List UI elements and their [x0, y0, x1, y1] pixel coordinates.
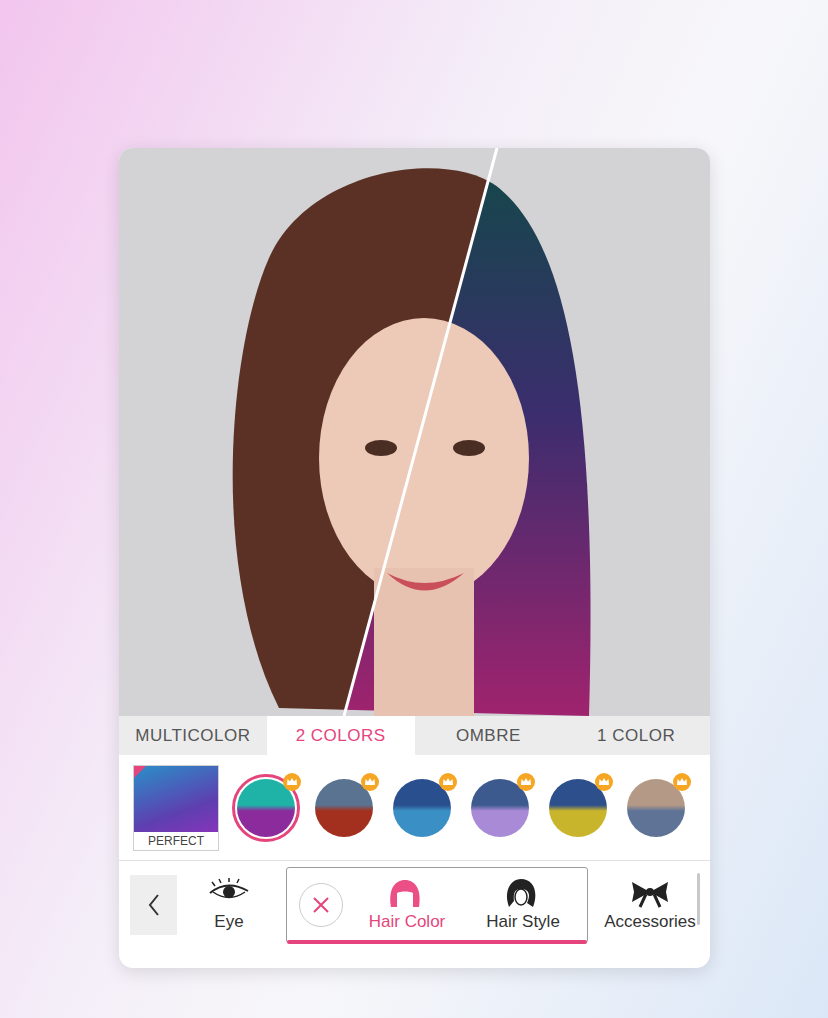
crown-icon [439, 773, 457, 791]
category-group: Hair Color Hair Style [286, 867, 588, 943]
featured-look[interactable]: PERFECT [133, 765, 219, 851]
icon-wrap [501, 877, 545, 909]
premium-badge [439, 773, 457, 791]
crown-icon [283, 773, 301, 791]
swatch[interactable] [617, 769, 695, 847]
icon-wrap [385, 877, 429, 909]
toolbar-item[interactable]: Hair Style [465, 877, 581, 933]
premium-badge [283, 773, 301, 791]
toolbar-label: Hair Color [369, 911, 446, 933]
close-icon [311, 895, 331, 915]
toolbar: Eye Hair Color Hair Style Accessories [119, 860, 710, 948]
icon-wrap [207, 877, 251, 909]
toolbar-label: Eye [214, 911, 243, 933]
tab-label: MULTICOLOR [135, 723, 250, 749]
back-button[interactable] [130, 875, 177, 935]
tab[interactable]: 2 COLORS [267, 716, 415, 755]
crown-icon [595, 773, 613, 791]
new-marker [134, 766, 146, 778]
swatch[interactable] [539, 769, 617, 847]
page-background: MULTICOLOR 2 COLORS OMBRE 1 COLOR PERFECT E… [0, 0, 828, 1018]
premium-badge [517, 773, 535, 791]
featured-label: PERFECT [134, 832, 218, 850]
tab-label: 1 COLOR [597, 723, 675, 749]
tab-bar: MULTICOLOR 2 COLORS OMBRE 1 COLOR [119, 716, 710, 755]
haircolor-icon [385, 877, 429, 909]
clear-button[interactable] [299, 883, 343, 927]
chevron-left-icon [147, 893, 161, 917]
icon-wrap [628, 877, 672, 909]
tab[interactable]: OMBRE [415, 716, 563, 755]
crown-icon [517, 773, 535, 791]
swatch-row: PERFECT [119, 755, 710, 860]
crown-icon [361, 773, 379, 791]
tab-label: 2 COLORS [296, 723, 386, 749]
bow-icon [628, 877, 672, 909]
swatch[interactable] [383, 769, 461, 847]
hairstyle-icon [501, 877, 545, 909]
swatch[interactable] [305, 769, 383, 847]
scrollbar [697, 873, 700, 925]
tab[interactable]: MULTICOLOR [119, 716, 267, 755]
premium-badge [361, 773, 379, 791]
premium-badge [673, 773, 691, 791]
toolbar-label: Hair Style [486, 911, 560, 933]
app-card: MULTICOLOR 2 COLORS OMBRE 1 COLOR PERFECT E… [119, 148, 710, 968]
swatch[interactable] [461, 769, 539, 847]
toolbar-item[interactable]: Accessories [592, 877, 708, 933]
toolbar-item[interactable]: Eye [177, 877, 281, 933]
toolbar-item[interactable]: Hair Color [349, 877, 465, 933]
crown-icon [673, 773, 691, 791]
active-indicator [287, 940, 587, 944]
photo [119, 148, 710, 716]
swatch[interactable] [227, 769, 305, 847]
eye-icon [207, 877, 251, 909]
tab-label: OMBRE [456, 723, 521, 749]
premium-badge [595, 773, 613, 791]
toolbar-label: Accessories [604, 911, 696, 933]
tab[interactable]: 1 COLOR [562, 716, 710, 755]
